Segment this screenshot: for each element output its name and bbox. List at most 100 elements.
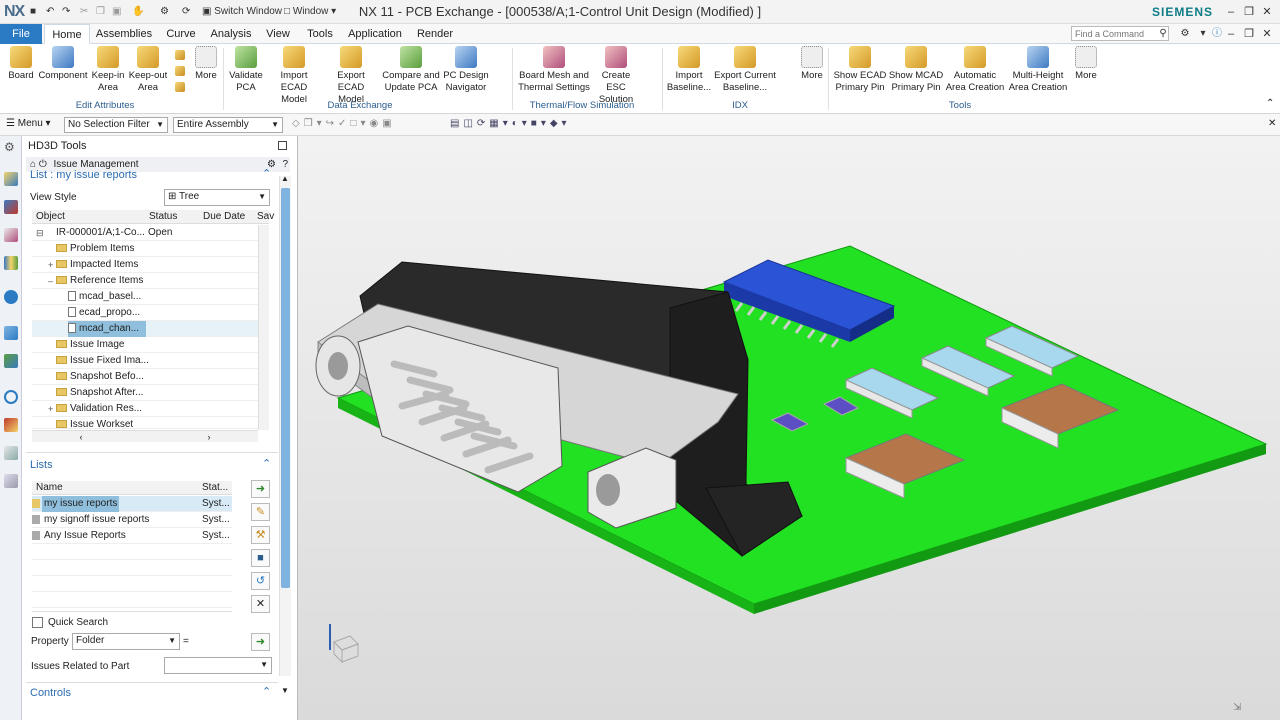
- import-baseline-button[interactable]: Import Baseline...: [666, 46, 712, 94]
- validate-pca-button[interactable]: Validate PCA: [226, 46, 266, 94]
- reuse-library-icon[interactable]: [4, 256, 18, 270]
- settings-icon[interactable]: ⚙: [1176, 26, 1194, 42]
- more-button-2[interactable]: More: [798, 46, 826, 82]
- pc-design-navigator-button[interactable]: PC Design Navigator: [442, 46, 490, 94]
- settings-gear-icon[interactable]: ⚙: [4, 140, 18, 154]
- collapse-icon[interactable]: ⊟: [36, 225, 44, 241]
- system-scenes-icon[interactable]: [4, 474, 18, 488]
- tab-view[interactable]: View: [260, 24, 296, 44]
- tab-curve[interactable]: Curve: [160, 24, 202, 44]
- expand-icon[interactable]: +: [48, 401, 53, 417]
- view-style-dropdown[interactable]: ⊞ Tree ▼: [164, 189, 270, 206]
- compare-update-pca-button[interactable]: Compare and Update PCA: [382, 46, 440, 94]
- export-ecad-button[interactable]: Export ECAD Model: [324, 46, 378, 106]
- part-navigator-icon[interactable]: [4, 172, 18, 186]
- tab-file[interactable]: File: [0, 24, 42, 44]
- col-stat[interactable]: Stat...: [202, 481, 228, 495]
- col-object[interactable]: Object: [36, 210, 65, 224]
- pcb-model-render[interactable]: [298, 136, 1280, 720]
- panel-scroll-thumb[interactable]: [281, 188, 290, 588]
- issues-related-dropdown[interactable]: ▼: [164, 657, 272, 674]
- list-item[interactable]: Any Issue Reports Syst...: [32, 528, 232, 544]
- doc-close-icon[interactable]: ✕: [1258, 26, 1276, 42]
- tree-row[interactable]: Issue Fixed Ima...: [32, 353, 269, 369]
- more-button-3[interactable]: More: [1072, 46, 1100, 82]
- ribbon-collapse-icon[interactable]: ⌃: [1266, 98, 1274, 109]
- open-list-button[interactable]: ➜: [251, 480, 270, 498]
- col-status[interactable]: Status: [149, 210, 177, 224]
- snap-tools-icons[interactable]: ◇❒▾↪✓□▾◉▣: [292, 118, 396, 129]
- edit-list-button[interactable]: ✎: [251, 503, 270, 521]
- close-icon[interactable]: ✕: [1258, 4, 1276, 20]
- menu-button[interactable]: ☰ Menu ▾: [6, 118, 51, 129]
- web-browser-icon[interactable]: [4, 326, 18, 340]
- col-saved[interactable]: Sav: [257, 210, 274, 224]
- import-ecad-button[interactable]: Import ECAD Model: [268, 46, 320, 106]
- more-button-1[interactable]: More: [192, 46, 220, 82]
- tree-row[interactable]: + Impacted Items: [32, 257, 269, 273]
- tree-row[interactable]: – Reference Items: [32, 273, 269, 289]
- roles-icon[interactable]: [4, 446, 18, 460]
- property-dropdown[interactable]: Folder ▼: [72, 633, 180, 650]
- export-baseline-button[interactable]: Export Current Baseline...: [712, 46, 778, 94]
- tab-tools[interactable]: Tools: [300, 24, 340, 44]
- tree-row[interactable]: Snapshot Befo...: [32, 369, 269, 385]
- tree-row[interactable]: Snapshot After...: [32, 385, 269, 401]
- quick-search-checkbox[interactable]: [32, 617, 43, 628]
- scroll-down-icon[interactable]: ▼: [281, 686, 289, 695]
- keep-in-area-button[interactable]: Keep-in Area: [90, 46, 126, 94]
- board-mesh-button[interactable]: Board Mesh and Thermal Settings: [516, 46, 592, 94]
- history-icon[interactable]: [4, 354, 18, 368]
- tree-row[interactable]: Problem Items: [32, 241, 269, 257]
- list-item-selected[interactable]: my issue reports Syst...: [32, 496, 232, 512]
- doc-restore-icon[interactable]: ❐: [1240, 26, 1258, 42]
- edit-attr-small-icon-3[interactable]: [175, 82, 185, 92]
- tree-row[interactable]: ecad_propo...: [32, 305, 269, 321]
- col-due-date[interactable]: Due Date: [203, 210, 245, 224]
- restore-icon[interactable]: ❐: [1240, 4, 1258, 20]
- hd3d-tools-icon[interactable]: [4, 290, 18, 304]
- tab-assemblies[interactable]: Assemblies: [92, 24, 156, 44]
- tree-row[interactable]: ⊟ IR-000001/A;1-Co... Open: [32, 225, 269, 241]
- multi-height-area-button[interactable]: Multi-Height Area Creation: [1006, 46, 1070, 94]
- doc-minimize-icon[interactable]: –: [1222, 26, 1240, 42]
- edit-attr-small-icon-1[interactable]: [175, 50, 185, 60]
- keep-out-area-button[interactable]: Keep-out Area: [128, 46, 168, 94]
- minimize-icon[interactable]: –: [1222, 4, 1240, 20]
- list-item[interactable]: my signoff issue reports Syst...: [32, 512, 232, 528]
- col-name[interactable]: Name: [36, 481, 63, 495]
- resize-grip-icon[interactable]: ⇲: [1233, 702, 1241, 713]
- clock-icon[interactable]: [4, 390, 18, 404]
- tab-render[interactable]: Render: [410, 24, 460, 44]
- refresh-list-button[interactable]: ↺: [251, 572, 270, 590]
- tab-home[interactable]: Home: [44, 24, 90, 44]
- panel-maximize-icon[interactable]: [278, 141, 287, 150]
- create-esc-button[interactable]: Create ESC Solution: [592, 46, 640, 106]
- show-ecad-pin-button[interactable]: Show ECAD Primary Pin: [832, 46, 888, 94]
- constraint-navigator-icon[interactable]: [4, 228, 18, 242]
- tree-row[interactable]: + Validation Res...: [32, 401, 269, 417]
- tree-row-selected[interactable]: mcad_chan...: [32, 321, 269, 337]
- collapse-icon[interactable]: –: [48, 273, 53, 289]
- collapse-controls-icon[interactable]: ⌃: [262, 685, 271, 698]
- expand-icon[interactable]: +: [48, 257, 53, 273]
- show-mcad-pin-button[interactable]: Show MCAD Primary Pin: [888, 46, 944, 94]
- help-icon[interactable]: ?: [282, 157, 288, 172]
- tree-row[interactable]: Issue Image: [32, 337, 269, 353]
- automatic-area-button[interactable]: Automatic Area Creation: [944, 46, 1006, 94]
- delete-list-button[interactable]: ✕: [251, 595, 270, 613]
- palette-icon[interactable]: [4, 418, 18, 432]
- properties-button[interactable]: ⚒: [251, 526, 270, 544]
- collapse-list-icon[interactable]: ⌃: [262, 167, 271, 180]
- board-button[interactable]: Board: [4, 46, 38, 82]
- save-list-button[interactable]: ■: [251, 549, 270, 567]
- tab-application[interactable]: Application: [344, 24, 406, 44]
- tab-analysis[interactable]: Analysis: [206, 24, 256, 44]
- tree-row[interactable]: mcad_basel...: [32, 289, 269, 305]
- toolbar-close-icon[interactable]: ✕: [1268, 118, 1276, 129]
- search-icon[interactable]: ⚲: [1154, 26, 1172, 42]
- assembly-navigator-icon[interactable]: [4, 200, 18, 214]
- tree-horizontal-scrollbar[interactable]: ‹ ›: [32, 430, 258, 442]
- graphics-viewport[interactable]: ⇲: [298, 136, 1280, 720]
- tree-vertical-scrollbar[interactable]: [258, 225, 269, 430]
